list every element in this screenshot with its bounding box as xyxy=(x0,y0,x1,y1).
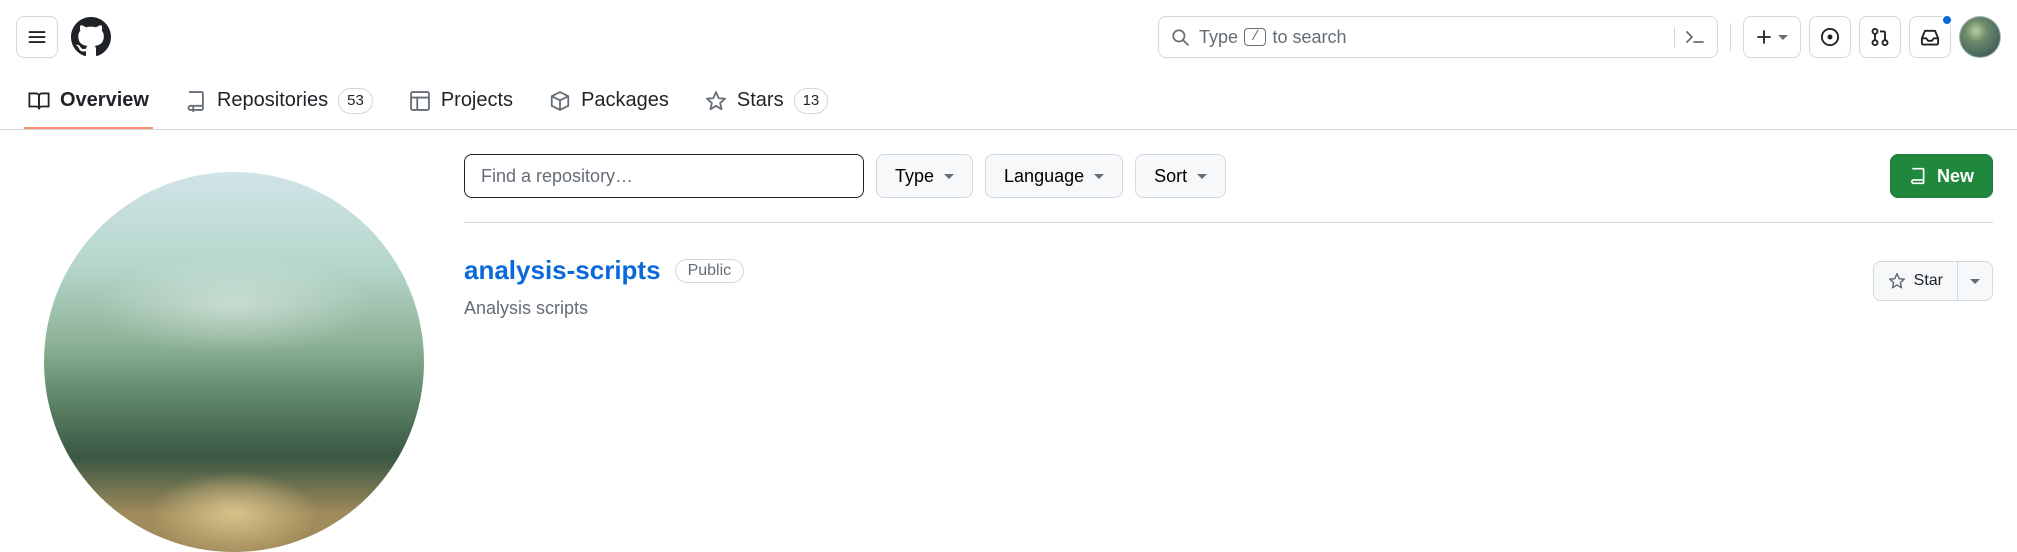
new-button-label: New xyxy=(1937,166,1974,187)
plus-icon xyxy=(1756,29,1772,45)
visibility-badge: Public xyxy=(675,259,745,283)
repo-icon xyxy=(1909,167,1927,185)
pull-request-icon xyxy=(1870,27,1890,47)
search-icon xyxy=(1171,28,1189,46)
repo-filter-row: Type Language Sort New xyxy=(464,154,1993,223)
caret-down-icon xyxy=(1094,174,1104,179)
menu-button[interactable] xyxy=(16,16,58,58)
caret-down-icon xyxy=(1197,174,1207,179)
repositories-count: 53 xyxy=(338,88,373,114)
issues-icon xyxy=(1820,27,1840,47)
type-filter[interactable]: Type xyxy=(876,154,973,198)
repository-description: Analysis scripts xyxy=(464,298,1873,319)
repository-list-item: analysis-scripts Public Analysis scripts… xyxy=(464,223,1993,335)
hamburger-icon xyxy=(27,27,47,47)
find-repository-input[interactable] xyxy=(464,154,864,198)
tab-packages[interactable]: Packages xyxy=(545,74,673,129)
book-icon xyxy=(28,90,50,112)
inbox-icon xyxy=(1920,27,1940,47)
star-button[interactable]: Star xyxy=(1874,262,1957,300)
profile-avatar-large[interactable] xyxy=(44,172,424,552)
tab-stars[interactable]: Stars 13 xyxy=(701,74,832,129)
caret-down-icon xyxy=(1778,35,1788,40)
notifications-button[interactable] xyxy=(1909,16,1951,58)
user-avatar[interactable] xyxy=(1959,16,2001,58)
tab-label: Packages xyxy=(581,89,669,112)
star-dropdown-button[interactable] xyxy=(1957,262,1992,300)
package-icon xyxy=(549,90,571,112)
github-icon xyxy=(71,17,111,57)
star-label: Star xyxy=(1914,272,1943,290)
tab-label: Stars xyxy=(737,89,784,112)
tab-repositories[interactable]: Repositories 53 xyxy=(181,74,377,129)
star-icon xyxy=(1888,272,1906,290)
github-logo[interactable] xyxy=(70,16,112,58)
search-separator xyxy=(1674,27,1675,47)
create-new-button[interactable] xyxy=(1743,16,1801,58)
caret-down-icon xyxy=(1970,279,1980,284)
repo-icon xyxy=(185,90,207,112)
new-repository-button[interactable]: New xyxy=(1890,154,1993,198)
filter-label: Language xyxy=(1004,166,1084,187)
repository-name-link[interactable]: analysis-scripts xyxy=(464,255,661,286)
command-palette-icon[interactable] xyxy=(1685,28,1705,46)
language-filter[interactable]: Language xyxy=(985,154,1123,198)
tab-overview[interactable]: Overview xyxy=(24,74,153,129)
notification-indicator xyxy=(1941,14,1953,26)
star-icon xyxy=(705,90,727,112)
profile-sidebar xyxy=(24,154,424,552)
filter-label: Sort xyxy=(1154,166,1187,187)
tab-label: Projects xyxy=(441,89,513,112)
pull-requests-button[interactable] xyxy=(1859,16,1901,58)
profile-nav: Overview Repositories 53 Projects Packag… xyxy=(0,74,2017,130)
tab-label: Repositories xyxy=(217,89,328,112)
header-separator xyxy=(1730,23,1731,51)
sort-filter[interactable]: Sort xyxy=(1135,154,1226,198)
stars-count: 13 xyxy=(794,88,829,114)
repositories-main: Type Language Sort New analysis-scripts … xyxy=(464,154,1993,552)
tab-projects[interactable]: Projects xyxy=(405,74,517,129)
global-search[interactable]: Type / to search xyxy=(1158,16,1718,58)
filter-label: Type xyxy=(895,166,934,187)
tab-label: Overview xyxy=(60,89,149,112)
project-icon xyxy=(409,90,431,112)
search-suffix: to search xyxy=(1272,27,1346,48)
star-button-group: Star xyxy=(1873,261,1993,301)
caret-down-icon xyxy=(944,174,954,179)
search-prefix: Type xyxy=(1199,27,1238,48)
issues-button[interactable] xyxy=(1809,16,1851,58)
search-shortcut-key: / xyxy=(1244,28,1266,46)
